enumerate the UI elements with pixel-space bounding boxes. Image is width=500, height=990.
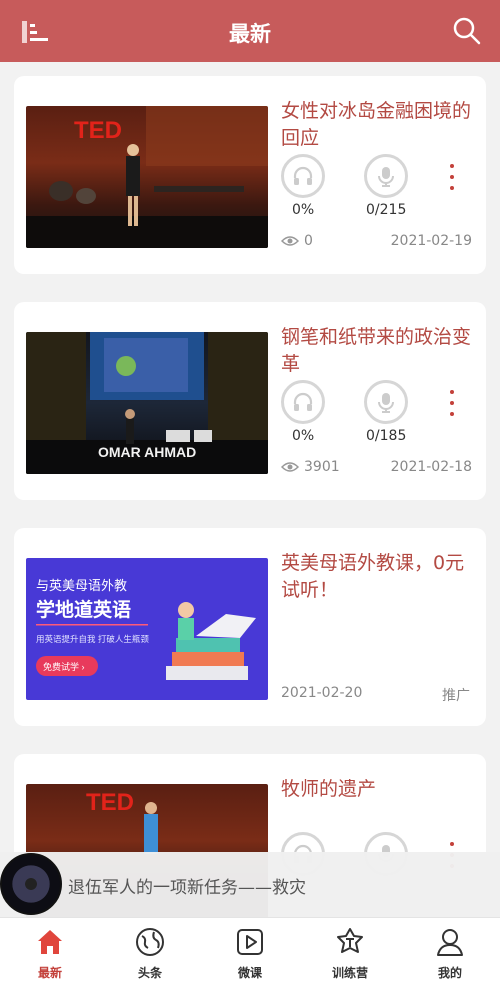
listen-progress: 0% (292, 428, 315, 444)
ted-stage-image: TED (26, 106, 268, 248)
article-title[interactable]: 牧师的遗产 (281, 776, 471, 803)
svg-text:TED: TED (74, 117, 122, 144)
eye-icon (281, 236, 299, 246)
recording-button[interactable] (364, 154, 408, 198)
recording-count: 0/185 (366, 428, 407, 444)
promo-illustration: 与英美母语外教 学地道英语 用英语提升自我 打破人生瓶颈 免费试学 › (36, 578, 256, 680)
sponsored-badge: 推广 (442, 688, 470, 704)
article-title[interactable]: 钢笔和纸带来的政治变革 (281, 324, 471, 378)
user-icon (437, 929, 463, 956)
more-options-button[interactable] (444, 390, 460, 416)
app-header: 最新 (0, 0, 500, 62)
svg-text:免费试学 ›: 免费试学 › (43, 661, 85, 672)
tab-label: 训练营 (331, 966, 368, 980)
svg-text:TED: TED (86, 789, 134, 816)
page-title: 最新 (229, 22, 271, 46)
publish-date: 2021-02-19 (390, 233, 472, 249)
badge-icon (337, 928, 363, 953)
promo-banner[interactable]: 与英美母语外教 学地道英语 用英语提升自我 打破人生瓶颈 免费试学 › (26, 558, 268, 700)
headphones-icon (293, 392, 313, 411)
headphones-icon (293, 166, 313, 185)
recording-count: 0/215 (366, 202, 407, 218)
listen-progress: 0% (292, 202, 315, 218)
view-count-value: 0 (304, 233, 313, 249)
svg-text:与英美母语外教: 与英美母语外教 (36, 578, 127, 593)
tab-label: 最新 (37, 966, 62, 980)
home-icon (38, 930, 62, 954)
tab-microcourse[interactable]: 微课 (210, 924, 290, 986)
bottom-tab-bar: 最新 头条 微课 训练营 我的 (0, 917, 500, 990)
search-icon (453, 17, 481, 45)
speaker-stage-image: OMAR AHMAD (26, 332, 268, 474)
article-card[interactable]: TED 女性对冰岛金融困境的回应 0% 0/215 0 2021-02-19 (14, 76, 486, 274)
video-thumbnail[interactable]: OMAR AHMAD (26, 332, 268, 474)
svg-text:学地道英语: 学地道英语 (36, 598, 131, 621)
tab-label: 我的 (437, 966, 462, 980)
svg-text:用英语提升自我 打破人生瓶颈: 用英语提升自我 打破人生瓶颈 (36, 634, 149, 644)
play-icon (237, 929, 263, 955)
video-thumbnail[interactable]: TED (26, 106, 268, 248)
tab-headlines[interactable]: 头条 (110, 924, 190, 986)
tab-label: 头条 (137, 966, 162, 980)
microphone-icon (378, 393, 394, 413)
view-count: 0 (281, 233, 313, 249)
article-title[interactable]: 女性对冰岛金融困境的回应 (281, 98, 471, 152)
article-feed[interactable]: TED 女性对冰岛金融困境的回应 0% 0/215 0 2021-02-19 O… (0, 62, 500, 917)
microphone-icon (378, 167, 394, 187)
publish-date: 2021-02-18 (390, 459, 472, 475)
more-options-button[interactable] (444, 164, 460, 190)
mini-player[interactable]: 退伍军人的一项新任务——救灾 (0, 852, 500, 917)
svg-text:OMAR AHMAD: OMAR AHMAD (98, 444, 196, 460)
publish-date: 2021-02-20 (281, 685, 363, 701)
listen-progress-button[interactable] (281, 380, 325, 424)
album-disc-icon[interactable] (0, 853, 62, 915)
now-playing-title[interactable]: 退伍军人的一项新任务——救灾 (68, 873, 306, 898)
tab-training-camp[interactable]: 训练营 (310, 924, 390, 986)
tab-me[interactable]: 我的 (410, 924, 490, 986)
tab-label: 微课 (237, 966, 262, 980)
globe-icon (136, 928, 164, 956)
eye-icon (281, 462, 299, 472)
tab-latest[interactable]: 最新 (10, 924, 90, 986)
promo-title[interactable]: 英美母语外教课，0元试听！ (281, 550, 471, 604)
search-button[interactable] (452, 16, 482, 46)
view-count-value: 3901 (304, 459, 340, 475)
promo-card[interactable]: 与英美母语外教 学地道英语 用英语提升自我 打破人生瓶颈 免费试学 › 英美母语… (14, 528, 486, 726)
article-card[interactable]: OMAR AHMAD 钢笔和纸带来的政治变革 0% 0/185 3901 202… (14, 302, 486, 500)
recording-button[interactable] (364, 380, 408, 424)
listen-progress-button[interactable] (281, 154, 325, 198)
view-count: 3901 (281, 459, 340, 475)
